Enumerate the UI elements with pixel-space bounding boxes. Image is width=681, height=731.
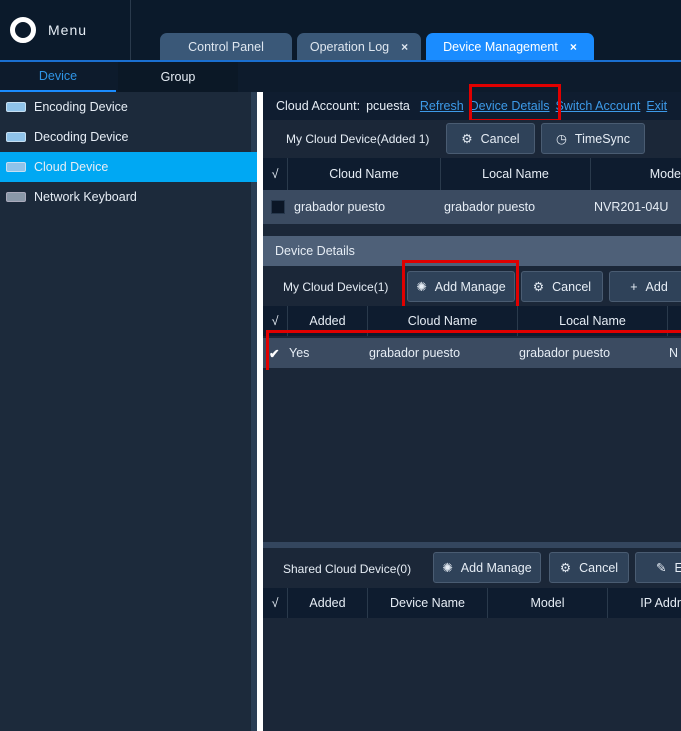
subtab-group[interactable]: Group: [118, 62, 238, 92]
panel-title: Device Details: [275, 244, 355, 258]
sidebar-item-decoding-device[interactable]: Decoding Device: [0, 122, 257, 152]
button-label: Add Manage: [460, 560, 532, 575]
tab-operation-log[interactable]: Operation Log ×: [297, 33, 421, 60]
menu-button[interactable]: Menu: [0, 0, 131, 60]
button-label: Add: [645, 279, 668, 294]
cancel-button[interactable]: ⚙ Cancel: [446, 123, 535, 154]
highlight-box: [266, 330, 681, 374]
table-row[interactable]: grabador puesto grabador puesto NVR201-0…: [263, 190, 681, 224]
exit-link[interactable]: Exit: [646, 99, 667, 113]
column-header[interactable]: Model: [488, 588, 608, 618]
highlight-box: [402, 260, 519, 312]
column-header[interactable]: √: [263, 588, 288, 618]
my-cloud-toolbar: My Cloud Device(Added 1) ⚙ Cancel ◷ TimeSy…: [263, 120, 681, 158]
menu-label: Menu: [48, 22, 88, 38]
tab-label: Device Management: [443, 39, 558, 54]
cloud-device-icon: [6, 162, 26, 172]
button-label: Cancel: [579, 560, 619, 575]
main-panel: Cloud Account: pcuesta Refresh Device De…: [263, 84, 681, 731]
button-label: Cancel: [552, 279, 592, 294]
cancel-button[interactable]: ⚙ Cancel: [549, 552, 629, 583]
button-label: E: [674, 560, 681, 575]
model-cell: NVR201-04U: [594, 200, 669, 214]
subtab-label: Group: [160, 70, 196, 84]
local-name-cell: grabador puesto: [444, 200, 536, 214]
shared-table-body: [263, 618, 681, 731]
column-header[interactable]: Local Name: [441, 158, 591, 190]
close-icon[interactable]: ×: [570, 40, 577, 54]
column-header[interactable]: √: [263, 158, 288, 190]
decoder-icon: [6, 132, 26, 142]
subtab-label: Device: [38, 69, 78, 83]
tab-label: Control Panel: [188, 39, 264, 54]
edit-button[interactable]: ✎ E: [635, 552, 681, 583]
section-title: My Cloud Device(1): [283, 280, 389, 294]
cloud-name-cell: grabador puesto: [294, 200, 386, 214]
section-title: Shared Cloud Device(0): [283, 562, 412, 576]
keyboard-icon: [6, 192, 26, 202]
column-header[interactable]: Added: [288, 588, 368, 618]
column-header[interactable]: Device Name: [368, 588, 488, 618]
close-icon[interactable]: ×: [401, 40, 408, 54]
subtab-device[interactable]: Device: [0, 62, 116, 92]
button-label: TimeSync: [574, 131, 631, 146]
section-title: My Cloud Device(Added 1): [286, 132, 430, 146]
column-header[interactable]: Mode: [591, 158, 681, 190]
tab-device-management[interactable]: Device Management ×: [426, 33, 594, 60]
subtabs: Device Group: [0, 62, 681, 92]
gear-icon: ⚙: [532, 280, 545, 294]
sidebar-item-label: Network Keyboard: [34, 190, 137, 204]
cloud-account-user: pcuesta: [366, 99, 410, 113]
sidebar-item-encoding-device[interactable]: Encoding Device: [0, 92, 257, 122]
sidebar-item-label: Encoding Device: [34, 100, 128, 114]
column-header[interactable]: IP Addr: [608, 588, 681, 618]
table-header: √ Cloud Name Local Name Mode: [263, 158, 681, 190]
sidebar-item-label: Cloud Device: [34, 160, 109, 174]
sidebar: Encoding Device Decoding Device Cloud De…: [0, 92, 257, 731]
encoder-icon: [6, 102, 26, 112]
logo-icon: [10, 17, 36, 43]
cancel-button[interactable]: ⚙ Cancel: [521, 271, 603, 302]
tab-control-panel[interactable]: Control Panel: [160, 33, 292, 60]
highlight-box: [469, 84, 561, 122]
add-manage-button[interactable]: ✺ Add Manage: [433, 552, 541, 583]
details-table-body: [263, 370, 681, 542]
timesync-button[interactable]: ◷ TimeSync: [541, 123, 645, 154]
plus-icon: +: [630, 279, 638, 294]
table-header: √ Added Device Name Model IP Addr: [263, 588, 681, 618]
shared-toolbar: Shared Cloud Device(0) ✺ Add Manage ⚙ Canc…: [263, 548, 681, 588]
gear-icon: ⚙: [559, 561, 572, 575]
cloud-account-label: Cloud Account:: [276, 99, 361, 113]
sidebar-item-label: Decoding Device: [34, 130, 129, 144]
row-checkbox[interactable]: [271, 200, 285, 214]
sidebar-item-network-keyboard[interactable]: Network Keyboard: [0, 182, 257, 212]
add-button[interactable]: + Add: [609, 271, 681, 302]
gear-icon: ⚙: [461, 132, 473, 146]
switch-account-link[interactable]: Switch Account: [556, 99, 641, 113]
tab-label: Operation Log: [309, 39, 390, 54]
refresh-link[interactable]: Refresh: [420, 99, 464, 113]
pencil-icon: ✎: [656, 561, 667, 575]
clock-icon: ◷: [555, 132, 567, 146]
sidebar-item-cloud-device[interactable]: Cloud Device: [0, 152, 257, 182]
button-label: Cancel: [480, 131, 520, 146]
gear-icon: ✺: [442, 561, 453, 575]
column-header[interactable]: Cloud Name: [288, 158, 441, 190]
